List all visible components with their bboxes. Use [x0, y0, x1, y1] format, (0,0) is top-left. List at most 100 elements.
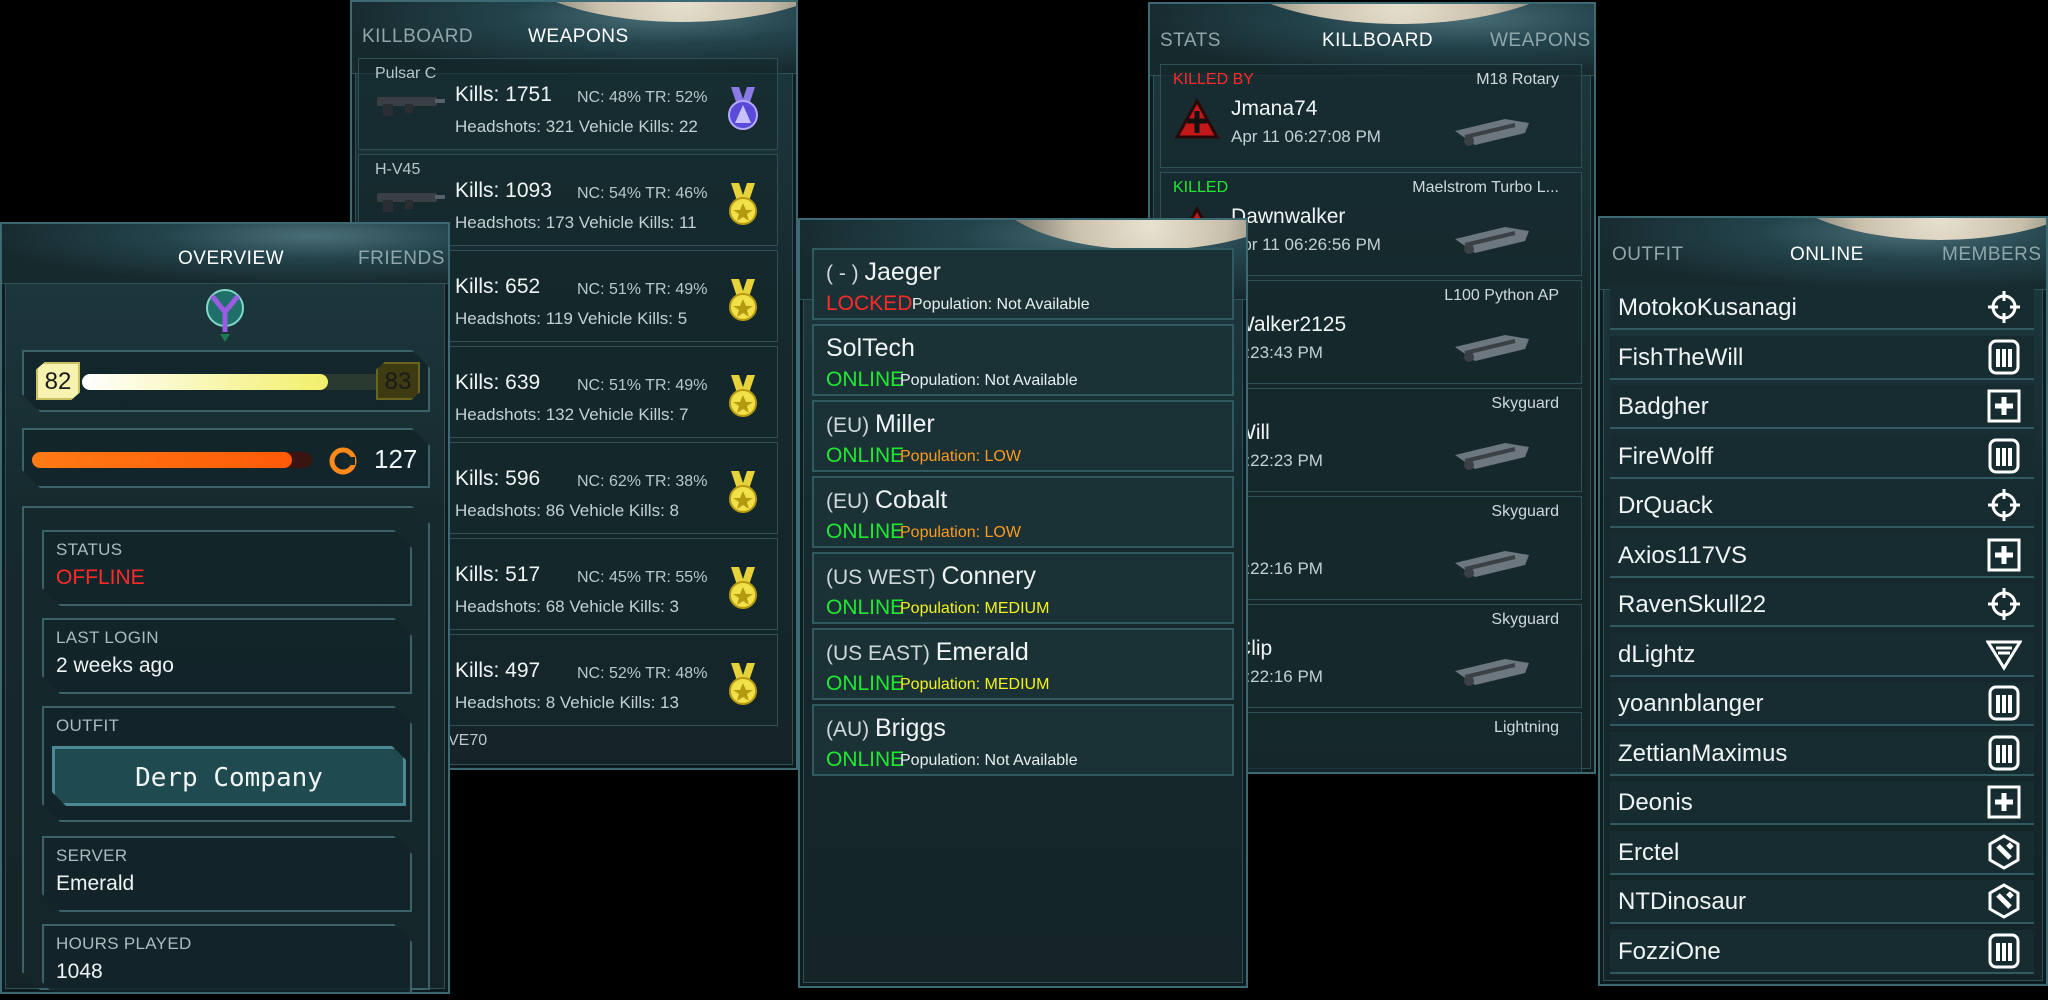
heavy-assault-icon	[1986, 339, 2022, 375]
member-name: RavenSkull22	[1618, 591, 1767, 618]
weapon-name: Pulsar C	[375, 65, 437, 82]
server-name: ( - ) Jaeger	[826, 258, 941, 287]
weapon-name-partial: VE70	[448, 732, 488, 749]
tab-overview[interactable]: OVERVIEW	[178, 248, 284, 270]
tab-members[interactable]: MEMBERS	[1942, 244, 2042, 266]
weapon-faction-ratio: NC: 62% TR: 38%	[577, 473, 708, 490]
weapon-kills: Kills: 497	[455, 659, 541, 682]
infiltrator-icon	[1986, 586, 2022, 622]
infiltrator-icon	[1986, 289, 2022, 325]
tab-outfit[interactable]: OUTFIT	[1612, 244, 1684, 266]
server-population: Population: LOW	[900, 524, 1021, 541]
weapon-faction-ratio: NC: 48% TR: 52%	[577, 89, 708, 106]
medic-icon	[1986, 784, 2022, 820]
member-name: FozziOne	[1618, 937, 1721, 965]
engineer-icon	[1986, 833, 2022, 870]
member-row[interactable]: Badgher	[1610, 385, 2034, 429]
tab-killboard[interactable]: KILLBOARD	[1322, 30, 1433, 52]
member-name: yoannblanger	[1618, 690, 1764, 717]
member-row[interactable]: MotokoKusanagi	[1610, 286, 2034, 330]
server-row[interactable]: (EU) Miller ONLINE Population: LOW	[812, 400, 1234, 472]
member-row[interactable]: FishTheWill	[1610, 335, 2034, 380]
outfit-label: OUTFIT	[56, 716, 120, 735]
weapon-faction-ratio: NC: 51% TR: 49%	[577, 281, 708, 298]
member-name: Badgher	[1618, 393, 1709, 420]
vehicle-weapon-icon	[1445, 425, 1535, 479]
member-row[interactable]: NTDinosaur	[1610, 880, 2034, 924]
member-row[interactable]: DrQuack	[1610, 484, 2034, 528]
hours-label: HOURS PLAYED	[56, 934, 192, 953]
status-value: OFFLINE	[56, 566, 145, 589]
server-status: ONLINE	[826, 672, 905, 695]
kill-player: Jmana74	[1231, 97, 1318, 120]
tab-stats[interactable]: STATS	[1160, 30, 1221, 52]
weapon-faction-ratio: NC: 45% TR: 55%	[577, 569, 708, 586]
weapon-gun-icon	[375, 185, 447, 213]
member-name: Axios117VS	[1618, 541, 1747, 569]
vehicle-weapon-icon	[1445, 533, 1535, 587]
vehicle-weapon-icon	[1445, 641, 1535, 695]
server-name: (AU) Briggs	[826, 714, 946, 743]
server-region: (US EAST)	[826, 642, 936, 665]
server-row[interactable]: (US WEST) Connery ONLINE Population: MEDIU…	[812, 552, 1234, 624]
server-region: (AU)	[826, 718, 875, 741]
member-row[interactable]: Axios117VS	[1610, 533, 2034, 578]
server-row[interactable]: SolTech ONLINE Population: Not Available	[812, 324, 1234, 396]
level-left-badge: 82	[36, 362, 80, 400]
tab-online[interactable]: ONLINE	[1790, 244, 1864, 266]
server-name: (EU) Miller	[826, 410, 935, 439]
kill-weapon: Skyguard	[1491, 611, 1559, 628]
member-row[interactable]: Erctel	[1610, 830, 2034, 875]
member-row[interactable]: yoannblanger	[1610, 682, 2034, 726]
member-row[interactable]: FireWolff	[1610, 434, 2034, 479]
server-label: SERVER	[56, 846, 128, 865]
member-row[interactable]: FozziOne	[1610, 929, 2034, 974]
member-list: MotokoKusanagi FishTheWill Badgher FireWolf…	[1600, 278, 2046, 984]
member-row[interactable]: dLightz	[1610, 632, 2034, 677]
weapon-row[interactable]: Pulsar C Kills: 1751 NC: 48% TR: 52% Headsh…	[358, 58, 778, 150]
gold-medal-icon	[723, 277, 763, 323]
certs-card: 127	[22, 428, 430, 488]
server-name: SolTech	[826, 334, 915, 363]
member-row[interactable]: ZettianMaximus	[1610, 731, 2034, 776]
server-population: Population: MEDIUM	[900, 600, 1050, 617]
server-row[interactable]: (US EAST) Emerald ONLINE Population: MEDIU…	[812, 628, 1234, 700]
server-row[interactable]: (AU) Briggs ONLINE Population: Not Availab…	[812, 704, 1234, 776]
server-population: Population: MEDIUM	[900, 676, 1050, 693]
kill-weapon: Maelstrom Turbo L...	[1412, 179, 1559, 196]
gold-medal-icon	[723, 565, 763, 611]
tab-killboard[interactable]: KILLBOARD	[362, 26, 473, 48]
server-status: ONLINE	[826, 444, 905, 467]
certs-progress-fill	[32, 452, 292, 468]
level-right-badge: 83	[376, 362, 420, 400]
gold-medal-icon	[723, 373, 763, 419]
engineer-icon	[1986, 883, 2022, 919]
certs-count: 127	[374, 444, 418, 474]
server-row[interactable]: ( - ) Jaeger LOCKED Population: Not Availa…	[812, 248, 1234, 320]
member-name: Deonis	[1618, 789, 1693, 816]
member-row[interactable]: Deonis	[1610, 781, 2034, 825]
server-row[interactable]: (EU) Cobalt ONLINE Population: LOW	[812, 476, 1234, 548]
outfit-online-screen: OUTFIT ONLINE MEMBERS MotokoKusanagi Fish…	[1598, 216, 2048, 986]
tab-weapons[interactable]: WEAPONS	[528, 26, 629, 48]
killboard-row[interactable]: KILLED BY M18 Rotary Jmana74 Apr 11 06:27:0…	[1160, 64, 1582, 168]
tab-friends[interactable]: FRIENDS	[358, 248, 445, 270]
tab-weapons[interactable]: WEAPONS	[1490, 30, 1591, 52]
weapon-subtext: Headshots: 119 Vehicle Kills: 5	[455, 309, 688, 328]
server-status: ONLINE	[826, 748, 905, 771]
last-login-value: 2 weeks ago	[56, 654, 174, 677]
heavy-assault-icon	[1986, 933, 2022, 969]
server-population: Population: Not Available	[912, 296, 1090, 313]
weapon-faction-ratio: NC: 51% TR: 49%	[577, 377, 708, 394]
weapon-subtext: Headshots: 8 Vehicle Kills: 13	[455, 693, 679, 712]
server-name: (EU) Cobalt	[826, 486, 947, 515]
weapon-kills: Kills: 596	[455, 467, 541, 490]
member-name: ZettianMaximus	[1618, 739, 1788, 767]
member-name: MotokoKusanagi	[1618, 294, 1797, 321]
server-region: ( - )	[826, 262, 865, 285]
outfit-button[interactable]: Derp Company	[52, 746, 406, 806]
member-row[interactable]: RavenSkull22	[1610, 583, 2034, 627]
member-name: dLightz	[1618, 640, 1696, 668]
server-title: SolTech	[826, 334, 915, 362]
vanu-faction-icon	[206, 289, 244, 342]
